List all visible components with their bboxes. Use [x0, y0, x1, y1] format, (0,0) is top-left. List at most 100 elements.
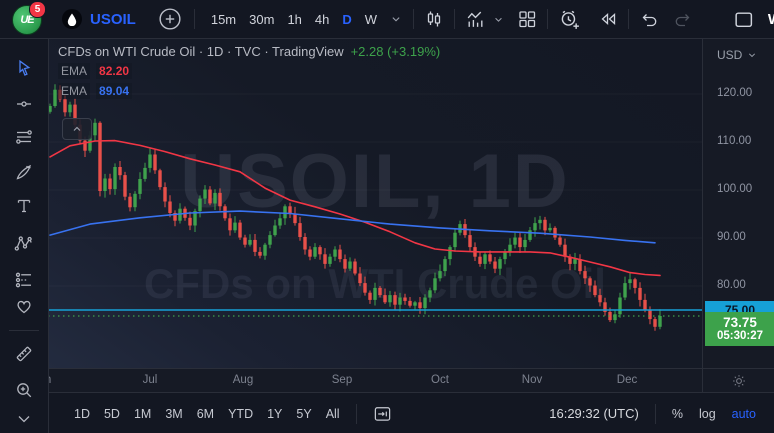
brush-icon — [14, 162, 34, 182]
tool-text[interactable] — [14, 196, 34, 216]
timeframe-1h[interactable]: 1h — [287, 12, 301, 27]
log-scale-button[interactable]: log — [699, 407, 716, 421]
tool-divider — [9, 330, 39, 331]
range-1Y[interactable]: 1Y — [267, 407, 282, 421]
legend-title[interactable]: CFDs on WTI Crude Oil · 1D · TVC · Tradi… — [58, 44, 344, 59]
indicator-value: 82.20 — [96, 63, 132, 79]
price-tick-label: 100.00 — [717, 183, 752, 195]
collapse-legend-button[interactable] — [62, 118, 92, 140]
time-label-Jul: Jul — [143, 374, 158, 386]
redo-button[interactable] — [673, 9, 693, 29]
trend-line-icon — [14, 94, 34, 114]
price-tick-label: 80.00 — [717, 279, 746, 291]
range-1D[interactable]: 1D — [74, 407, 90, 421]
range-6M[interactable]: 6M — [197, 407, 214, 421]
price-axis[interactable]: USD 120.00110.00100.0090.0080.00 75.00 7… — [702, 38, 774, 368]
xabcd-pattern-icon — [14, 234, 34, 254]
chevron-down-icon — [746, 49, 758, 61]
toolbar-separator — [356, 404, 357, 424]
tool-cursor[interactable] — [14, 58, 34, 78]
toolbar-separator — [655, 404, 656, 424]
timeframe-4h[interactable]: 4h — [315, 12, 329, 27]
price-tick-label: 120.00 — [717, 87, 752, 99]
tool-fib-retracement[interactable] — [14, 128, 34, 148]
session-clock[interactable]: 16:29:32 (UTC) — [549, 406, 639, 421]
date-range-group: 1D 5D 1M 3M 6M YTD 1Y 5Y All — [48, 407, 340, 421]
currency-selector[interactable]: USD — [717, 48, 758, 62]
forecast-icon — [14, 270, 34, 290]
range-1M[interactable]: 1M — [134, 407, 151, 421]
tool-trend-line[interactable] — [14, 94, 34, 114]
undo-button[interactable] — [639, 9, 659, 29]
save-layout-button[interactable] — [733, 9, 754, 30]
symbol-button[interactable]: USOIL — [90, 11, 136, 28]
time-label-Dec: Dec — [617, 374, 637, 386]
auto-scale-button[interactable]: auto — [732, 407, 756, 421]
percent-scale-button[interactable]: % — [672, 407, 683, 421]
timeframe-30m[interactable]: 30m — [249, 12, 274, 27]
tradingview-window: UE 5 USOIL 15m30m1h4hDW — [0, 0, 774, 433]
toolbar-separator — [413, 9, 414, 29]
bar-countdown: 05:30:27 — [717, 330, 763, 343]
timeframe-chevron-down-icon[interactable] — [389, 12, 403, 26]
bottom-toolbar: 1D 5D 1M 3M 6M YTD 1Y 5Y All 16:29:32 (UTC) % lo… — [48, 392, 774, 433]
bottom-toolbar-right: 16:29:32 (UTC) % log auto — [549, 404, 774, 424]
time-label-Nov: Nov — [522, 374, 542, 386]
cursor-icon — [14, 58, 34, 78]
fib-retracement-icon — [14, 128, 34, 148]
range-All[interactable]: All — [326, 407, 340, 421]
time-label-Oct: Oct — [431, 374, 449, 386]
time-label-Aug: Aug — [233, 374, 253, 386]
last-price-badge: 73.75 05:30:27 — [705, 312, 774, 346]
timeframe-group: 15m 30m 1h 4h DW — [211, 12, 377, 27]
range-3M[interactable]: 3M — [165, 407, 182, 421]
clipped-panel-letter: W — [768, 11, 774, 28]
indicators-chevron-down-icon[interactable] — [492, 13, 505, 26]
time-axis[interactable]: JunJulAugSepOctNovDec — [48, 368, 702, 393]
toolbar-separator — [628, 9, 629, 29]
layout-grid-button[interactable] — [517, 9, 537, 29]
indicators-button[interactable] — [465, 9, 486, 30]
range-5D[interactable]: 5D — [104, 407, 120, 421]
more-icon — [14, 409, 34, 429]
tool-forecast[interactable] — [14, 270, 34, 290]
add-symbol-button[interactable] — [158, 7, 182, 31]
indicator-label: EMA — [58, 83, 90, 99]
tool-ruler[interactable] — [14, 344, 34, 364]
notification-badge: 5 — [29, 1, 46, 18]
indicator-legend-rows: EMA82.20 EMA 89.04 — [58, 62, 440, 99]
tool-xabcd-pattern[interactable] — [14, 234, 34, 254]
chart-legend: CFDs on WTI Crude Oil · 1D · TVC · Tradi… — [58, 44, 440, 99]
tool-heart[interactable] — [14, 296, 34, 316]
go-to-date-button[interactable] — [373, 404, 392, 423]
legend-change: +2.28 (+3.19%) — [351, 44, 441, 59]
price-tick-label: 110.00 — [717, 135, 751, 147]
heart-icon — [14, 296, 34, 316]
alert-button[interactable] — [558, 8, 580, 30]
indicator-row[interactable]: EMA 89.04 — [58, 82, 440, 99]
axis-settings-corner[interactable] — [702, 368, 774, 393]
timeframe-W[interactable]: W — [365, 12, 377, 27]
indicator-value: 89.04 — [96, 83, 132, 99]
chart-style-button[interactable] — [424, 9, 444, 29]
range-5Y[interactable]: 5Y — [296, 407, 311, 421]
account-logo[interactable]: UE 5 — [12, 5, 40, 33]
indicator-row[interactable]: EMA82.20 — [58, 62, 440, 79]
gear-icon — [731, 373, 747, 389]
currency-label: USD — [717, 48, 742, 62]
toolbar-separator — [547, 9, 548, 29]
tool-more[interactable] — [14, 409, 34, 429]
timeframe-15m[interactable]: 15m — [211, 12, 236, 27]
tool-zoom-in[interactable] — [14, 380, 34, 400]
last-price-value: 73.75 — [723, 315, 757, 331]
chart-pane[interactable]: USOIL, 1D CFDs on WTI Crude Oil CFDs on … — [48, 38, 702, 368]
oil-droplet-icon — [62, 9, 82, 29]
ruler-icon — [14, 344, 34, 364]
bar-replay-button[interactable] — [598, 9, 618, 29]
range-YTD[interactable]: YTD — [228, 407, 253, 421]
toolbar-separator — [454, 9, 455, 29]
tool-brush[interactable] — [14, 162, 34, 182]
price-tick-label: 90.00 — [717, 231, 746, 243]
toolbar-separator — [194, 9, 195, 29]
timeframe-D[interactable]: D — [342, 12, 351, 27]
